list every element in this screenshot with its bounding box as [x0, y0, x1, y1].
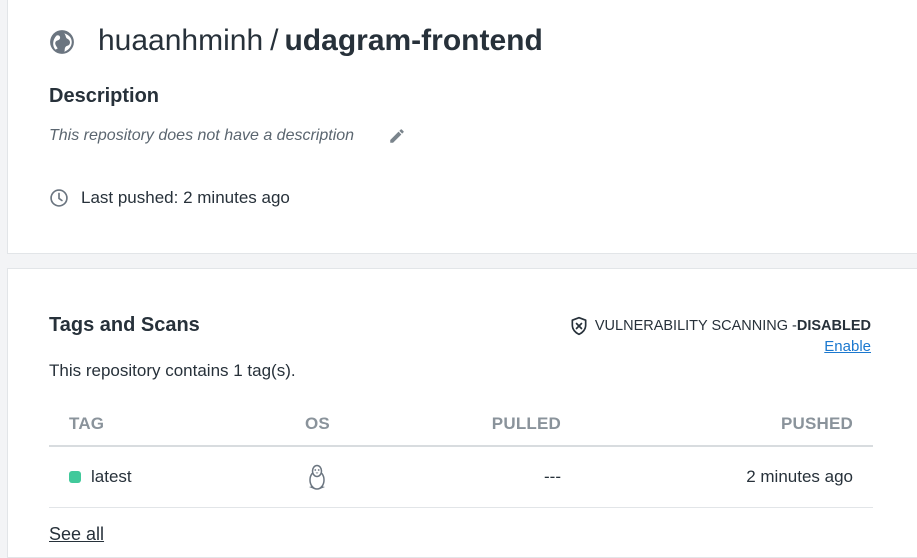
vulnerability-label: VULNERABILITY SCANNING - — [594, 318, 797, 334]
page-title: huaanhminh / udagram-frontend — [49, 24, 543, 58]
linux-tux-icon — [309, 464, 325, 490]
vulnerability-scanning-status: VULNERABILITY SCANNING - DISABLED — [569, 316, 871, 336]
vulnerability-status: DISABLED — [796, 318, 871, 334]
column-header-pushed: PUSHED — [780, 414, 853, 433]
see-all-link[interactable]: See all — [49, 524, 104, 545]
tags-heading: Tags and Scans — [49, 314, 200, 336]
repo-owner[interactable]: huaanhminh — [98, 24, 263, 58]
table-row[interactable]: latest --- 2 minutes ago — [49, 447, 873, 508]
repo-name: udagram-frontend — [284, 24, 543, 57]
pulled-cell: --- — [544, 467, 561, 486]
enable-scanning-link[interactable]: Enable — [824, 338, 871, 355]
last-pushed-text: Last pushed: 2 minutes ago — [81, 188, 290, 207]
last-pushed: Last pushed: 2 minutes ago — [49, 188, 290, 208]
globe-icon — [50, 30, 74, 54]
tag-status-dot — [69, 471, 81, 483]
tags-and-scans-card: Tags and Scans VULNERABILITY SCANNING - … — [7, 268, 917, 558]
repository-info-card: huaanhminh / udagram-frontend Descriptio… — [7, 0, 917, 254]
pushed-cell: 2 minutes ago — [746, 467, 853, 486]
tags-table: TAG OS PULLED PUSHED latest --- 2 minute… — [49, 402, 873, 508]
table-header: TAG OS PULLED PUSHED — [49, 402, 873, 447]
tag-name[interactable]: latest — [91, 467, 132, 487]
shield-x-icon — [571, 316, 587, 336]
column-header-tag: TAG — [69, 414, 105, 433]
pencil-icon[interactable] — [388, 127, 406, 145]
description-heading: Description — [49, 85, 160, 107]
clock-icon — [50, 189, 68, 207]
column-header-pulled: PULLED — [491, 414, 561, 433]
repo-separator: / — [270, 24, 279, 57]
column-header-os: OS — [305, 414, 330, 433]
tag-count-text: This repository contains 1 tag(s). — [49, 361, 296, 380]
tag-cell: latest — [69, 467, 132, 487]
description-text: This repository does not have a descript… — [49, 127, 355, 144]
